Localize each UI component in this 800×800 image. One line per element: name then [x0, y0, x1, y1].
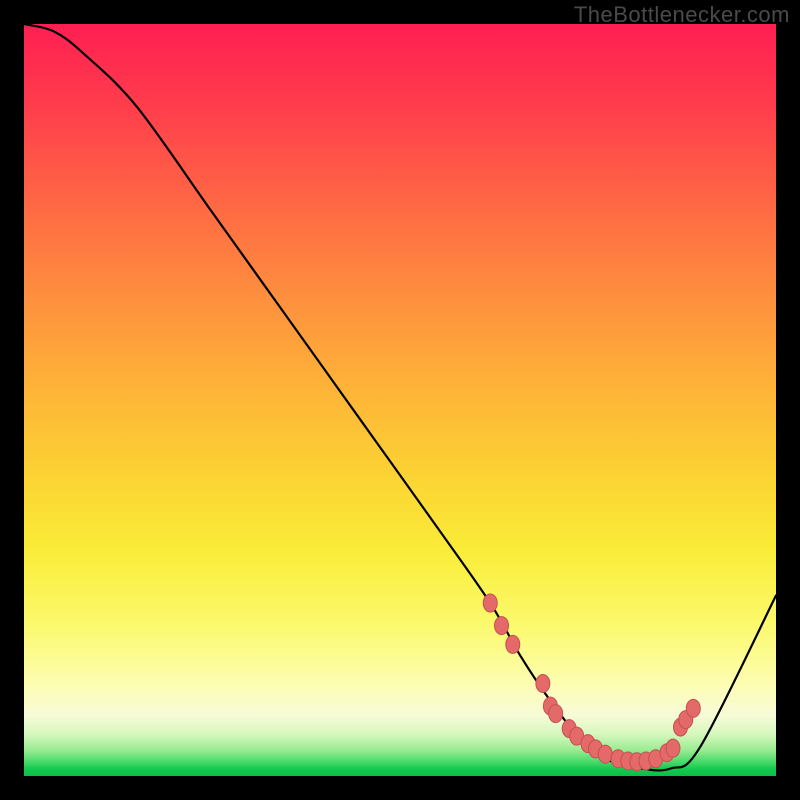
chart-frame: TheBottlenecker.com	[0, 0, 800, 800]
plot-area	[24, 24, 776, 776]
plot-background-gradient	[24, 24, 776, 776]
